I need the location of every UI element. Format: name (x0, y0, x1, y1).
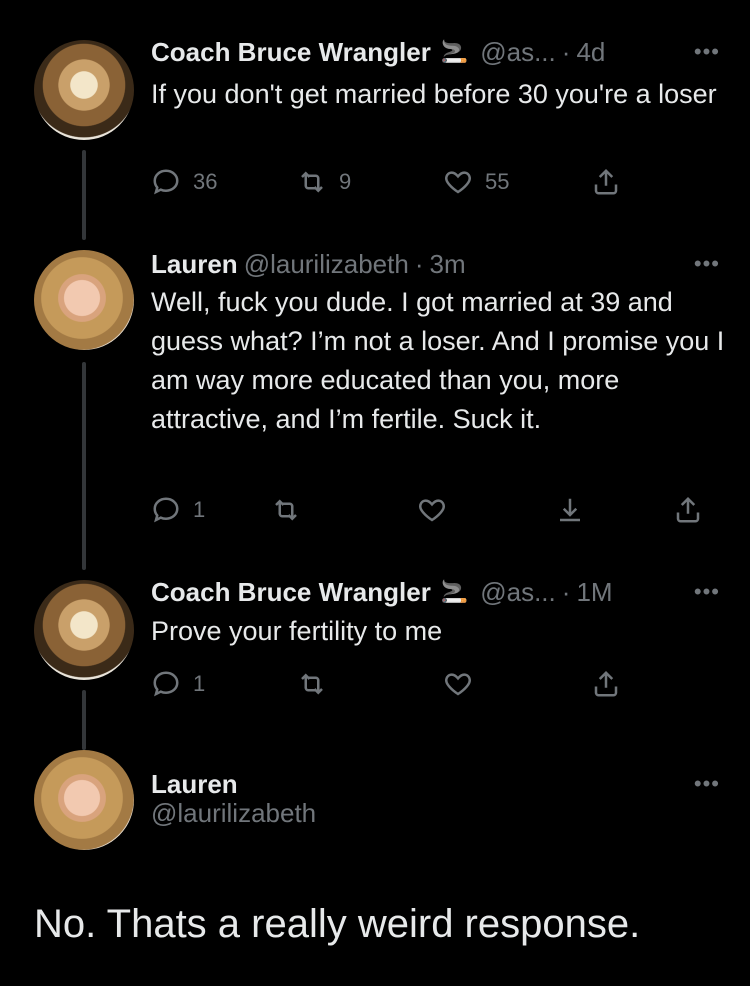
display-name[interactable]: Coach Bruce Wrangler (151, 34, 431, 70)
tweet[interactable]: Lauren @laurilizabeth · 3m ••• Well, fuc… (0, 240, 750, 570)
like-button[interactable] (417, 490, 447, 530)
cigarette-icon: 🚬 (440, 579, 469, 604)
reply-count: 36 (193, 169, 218, 194)
reply-count: 1 (193, 497, 206, 522)
reply-icon (153, 671, 179, 697)
avatar[interactable] (34, 750, 134, 850)
avatar[interactable] (34, 250, 134, 350)
like-button[interactable] (443, 664, 473, 704)
share-icon (676, 496, 700, 523)
tweet-header: Coach Bruce Wrangler 🚬 @as... · 1M ••• (151, 574, 720, 610)
more-icon[interactable]: ••• (694, 34, 720, 70)
tweet-text: Prove your fertility to me (151, 616, 443, 646)
retweet-button[interactable] (297, 664, 327, 704)
retweet-button[interactable]: 9 (297, 162, 351, 202)
handle[interactable]: @laurilizabeth (151, 798, 316, 829)
retweet-button[interactable] (271, 490, 301, 530)
handle[interactable]: @as... (480, 574, 556, 610)
more-icon[interactable]: ••• (694, 246, 720, 282)
display-name[interactable]: Coach Bruce Wrangler (151, 574, 431, 610)
retweet-icon (275, 499, 297, 521)
more-icon[interactable]: ••• (694, 766, 720, 802)
retweet-count: 9 (339, 169, 352, 194)
retweet-icon (301, 673, 323, 695)
timestamp[interactable]: 1M (576, 574, 612, 610)
share-button[interactable] (591, 664, 621, 704)
tweet[interactable]: Coach Bruce Wrangler 🚬 @as... · 4d ••• I… (0, 0, 750, 240)
timestamp[interactable]: 3m (430, 246, 466, 282)
share-button[interactable] (591, 162, 621, 202)
action-bar: 36 9 55 (151, 162, 711, 202)
share-icon (594, 168, 618, 195)
reply-icon (153, 169, 179, 195)
more-icon[interactable]: ••• (694, 574, 720, 610)
like-count: 55 (485, 169, 510, 194)
tweet-text: If you don't get married before 30 you'r… (151, 79, 717, 109)
separator-dot: · (414, 249, 424, 279)
heart-icon (445, 673, 471, 696)
tweet[interactable]: Coach Bruce Wrangler 🚬 @as... · 1M ••• P… (0, 570, 750, 750)
heart-icon (445, 171, 471, 194)
tweet-text: Well, fuck you dude. I got married at 39… (151, 287, 725, 434)
timestamp[interactable]: 4d (576, 34, 605, 70)
reply-button[interactable]: 1 (151, 664, 205, 704)
like-button[interactable]: 55 (443, 162, 509, 202)
display-name[interactable]: Lauren (151, 766, 238, 802)
reply-button[interactable]: 36 (151, 162, 217, 202)
tweet-header: Lauren ••• (151, 766, 720, 802)
download-icon (560, 498, 580, 522)
reply-icon (153, 497, 179, 523)
tweet-text: No. Thats a really weird response. (34, 902, 641, 946)
download-button[interactable] (555, 490, 585, 530)
handle[interactable]: @laurilizabeth (244, 246, 409, 282)
action-bar: 1 (151, 490, 711, 530)
reply-count: 1 (193, 671, 206, 696)
action-bar: 1 (151, 664, 711, 704)
display-name[interactable]: Lauren (151, 246, 238, 282)
separator-dot: · (561, 37, 571, 67)
handle[interactable]: @as... (480, 34, 556, 70)
share-button[interactable] (673, 490, 703, 530)
tweet-header: Coach Bruce Wrangler 🚬 @as... · 4d ••• (151, 34, 720, 70)
separator-dot: · (561, 577, 571, 607)
heart-icon (419, 499, 445, 522)
reply-button[interactable]: 1 (151, 490, 205, 530)
tweet-header: Lauren @laurilizabeth · 3m ••• (151, 246, 720, 282)
share-icon (594, 670, 618, 697)
retweet-icon (301, 171, 323, 193)
cigarette-icon: 🚬 (440, 39, 469, 64)
avatar[interactable] (34, 580, 134, 680)
avatar[interactable] (34, 40, 134, 140)
